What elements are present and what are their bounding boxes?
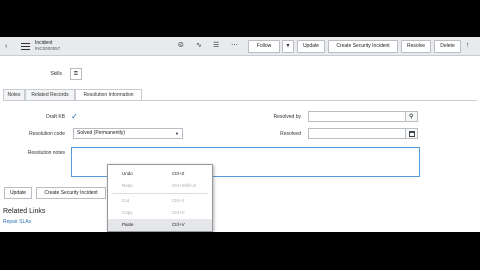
menu-item-label: Redo — [122, 183, 133, 188]
resolved-by-lookup-button[interactable]: ⚲ — [405, 111, 418, 122]
menu-item-cut[interactable]: Cut Ctrl+X — [108, 195, 212, 207]
resolution-code-select[interactable]: Solved (Permanently) ▼ — [73, 128, 183, 139]
activity-icon[interactable]: ∿ — [196, 42, 202, 50]
tab-related-records[interactable]: Related Records — [25, 89, 75, 100]
chevron-down-icon: ▼ — [285, 43, 291, 49]
resolve-button[interactable]: Resolve — [401, 40, 431, 53]
skills-lock-button[interactable]: ⚿ — [70, 68, 82, 80]
menu-item-shortcut: Ctrl+V — [172, 222, 185, 227]
resolved-date-field[interactable] — [308, 128, 406, 139]
chevron-down-icon: ▼ — [175, 131, 179, 136]
context-menu: Undo Ctrl+Z Redo Ctrl+Shift+Z Cut Ctrl+X… — [107, 164, 213, 232]
follow-button[interactable]: Follow — [248, 40, 280, 53]
more-icon[interactable]: ⋯ — [231, 42, 238, 50]
create-security-incident-button-bottom[interactable]: Create Security Incident — [36, 187, 106, 199]
menu-item-label: Paste — [122, 222, 134, 227]
arrow-up-icon[interactable]: ↑ — [466, 42, 470, 50]
create-security-incident-button[interactable]: Create Security Incident — [328, 40, 398, 53]
menu-item-shortcut: Ctrl+X — [172, 198, 185, 203]
related-links-title: Related Links — [3, 208, 46, 215]
menu-item-shortcut: Ctrl+C — [172, 210, 185, 215]
menu-item-copy[interactable]: Copy Ctrl+C — [108, 207, 212, 219]
menu-item-undo[interactable]: Undo Ctrl+Z — [108, 168, 212, 180]
menu-separator — [112, 193, 208, 194]
resolution-notes-label: Resolution notes — [27, 150, 65, 156]
skills-label: Skills — [50, 71, 62, 77]
resolved-date-picker-button[interactable] — [405, 128, 418, 139]
paperclip-icon[interactable]: ⧀ — [178, 42, 184, 50]
draft-kb-label: Draft KB — [46, 114, 65, 120]
menu-item-shortcut: Ctrl+Shift+Z — [172, 183, 197, 188]
resolution-code-value: Solved (Permanently) — [77, 130, 126, 136]
form-header: ‹ Incident INC0000057 ⧀ ∿ ☰ ⋯ Follow ▼ U… — [0, 37, 480, 56]
search-icon: ⚲ — [409, 114, 414, 120]
menu-item-paste[interactable]: Paste Ctrl+V — [108, 219, 212, 231]
settings-icon[interactable]: ☰ — [213, 42, 219, 50]
menu-item-label: Cut — [122, 198, 130, 203]
tab-notes[interactable]: Notes — [3, 89, 25, 100]
menu-item-label: Undo — [122, 171, 133, 176]
resolution-code-label: Resolution code — [29, 131, 65, 137]
app-window: ‹ Incident INC0000057 ⧀ ∿ ☰ ⋯ Follow ▼ U… — [0, 37, 480, 232]
update-button[interactable]: Update — [297, 40, 325, 53]
delete-button[interactable]: Delete — [434, 40, 461, 53]
update-button-bottom[interactable]: Update — [4, 187, 32, 199]
lock-icon: ⚿ — [74, 71, 78, 77]
back-icon[interactable]: ‹ — [5, 43, 7, 51]
menu-item-redo[interactable]: Redo Ctrl+Shift+Z — [108, 180, 212, 192]
resolved-by-label: Resolved by — [273, 114, 301, 120]
resolved-by-field[interactable] — [308, 111, 406, 122]
calendar-icon — [409, 131, 415, 137]
menu-item-label: Copy — [122, 210, 133, 215]
menu-item-shortcut: Ctrl+Z — [172, 171, 185, 176]
menu-icon[interactable] — [21, 43, 30, 50]
tab-divider — [3, 100, 477, 101]
resolved-label: Resolved — [280, 131, 301, 137]
draft-kb-checkbox[interactable]: ✓ — [71, 112, 81, 122]
repair-slas-link[interactable]: Repair SLAs — [3, 219, 31, 225]
follow-dropdown-button[interactable]: ▼ — [282, 40, 294, 53]
record-number: INC0000057 — [35, 46, 61, 51]
